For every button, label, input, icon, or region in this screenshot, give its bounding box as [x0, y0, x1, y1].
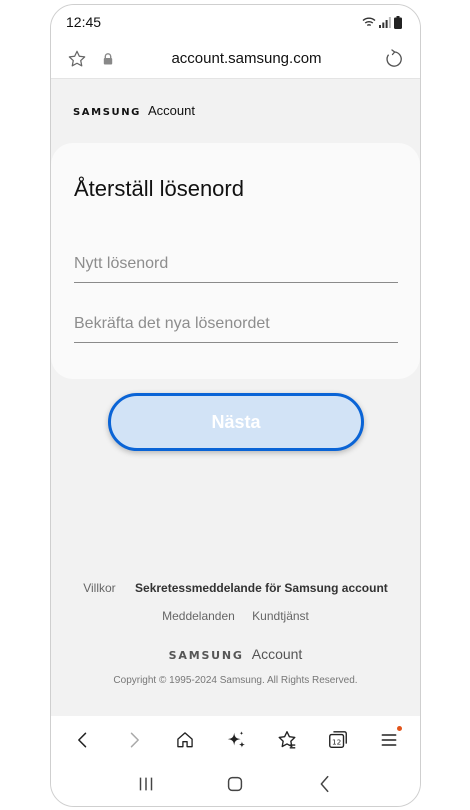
footer-brand-account: Account: [251, 646, 303, 662]
system-nav-bar: [51, 764, 420, 806]
back-icon[interactable]: [314, 773, 336, 800]
tabs-icon[interactable]: 12: [318, 720, 358, 760]
confirm-password-field[interactable]: Bekräfta det nya lösenordet: [74, 307, 398, 343]
battery-icon: [394, 15, 402, 29]
wifi-icon: [362, 17, 376, 27]
forward-icon[interactable]: [114, 720, 154, 760]
status-icons: [362, 15, 402, 29]
star-icon[interactable]: [63, 45, 91, 73]
recents-icon[interactable]: [135, 773, 157, 800]
menu-icon[interactable]: [369, 720, 409, 760]
phone-frame: 12:45 account.samsung.com SAMSUNG Accoun…: [50, 4, 421, 807]
reload-icon[interactable]: [380, 45, 408, 73]
terms-link[interactable]: Villkor: [83, 581, 115, 595]
copyright: Copyright © 1995-2024 Samsung. All Right…: [113, 675, 358, 686]
footer-links-row2: Meddelanden Kundtjänst: [51, 609, 420, 623]
home-icon[interactable]: [224, 773, 246, 800]
footer-brand-samsung: SAMSUNG: [168, 649, 244, 662]
brand-account: Account: [148, 103, 195, 118]
back-icon[interactable]: [63, 720, 103, 760]
tab-count: 12: [331, 738, 340, 747]
status-bar: 12:45: [51, 5, 420, 39]
confirm-password-placeholder: Bekräfta det nya lösenordet: [74, 315, 270, 332]
page-content: SAMSUNG Account Återställ lösenord Nytt …: [51, 79, 420, 720]
new-password-placeholder: Nytt lösenord: [74, 255, 169, 272]
brand-samsung: SAMSUNG: [73, 107, 141, 118]
status-time: 12:45: [66, 14, 102, 30]
samsung-account-logo: SAMSUNG Account: [73, 103, 195, 118]
home-icon[interactable]: [165, 720, 205, 760]
url-text[interactable]: account.samsung.com: [119, 50, 374, 67]
notification-dot: [396, 726, 402, 731]
customer-service-link[interactable]: Kundtjänst: [252, 609, 309, 623]
lock-icon: [97, 52, 119, 65]
notices-link[interactable]: Meddelanden: [162, 609, 235, 623]
bookmarks-icon[interactable]: [267, 720, 307, 760]
signal-icon: [379, 16, 391, 28]
footer-logo: SAMSUNG Account: [51, 646, 420, 662]
reset-password-card: Återställ lösenord Nytt lösenord Bekräft…: [51, 143, 420, 379]
ai-sparkle-icon[interactable]: [216, 720, 256, 760]
new-password-field[interactable]: Nytt lösenord: [74, 247, 398, 283]
footer-links-row1: Villkor Sekretessmeddelande för Samsung …: [51, 581, 420, 595]
url-bar: account.samsung.com: [51, 39, 420, 79]
page-title: Återställ lösenord: [74, 176, 244, 201]
browser-toolbar: 12: [51, 716, 420, 764]
next-button[interactable]: Nästa: [108, 393, 364, 451]
privacy-link[interactable]: Sekretessmeddelande för Samsung account: [135, 581, 388, 595]
